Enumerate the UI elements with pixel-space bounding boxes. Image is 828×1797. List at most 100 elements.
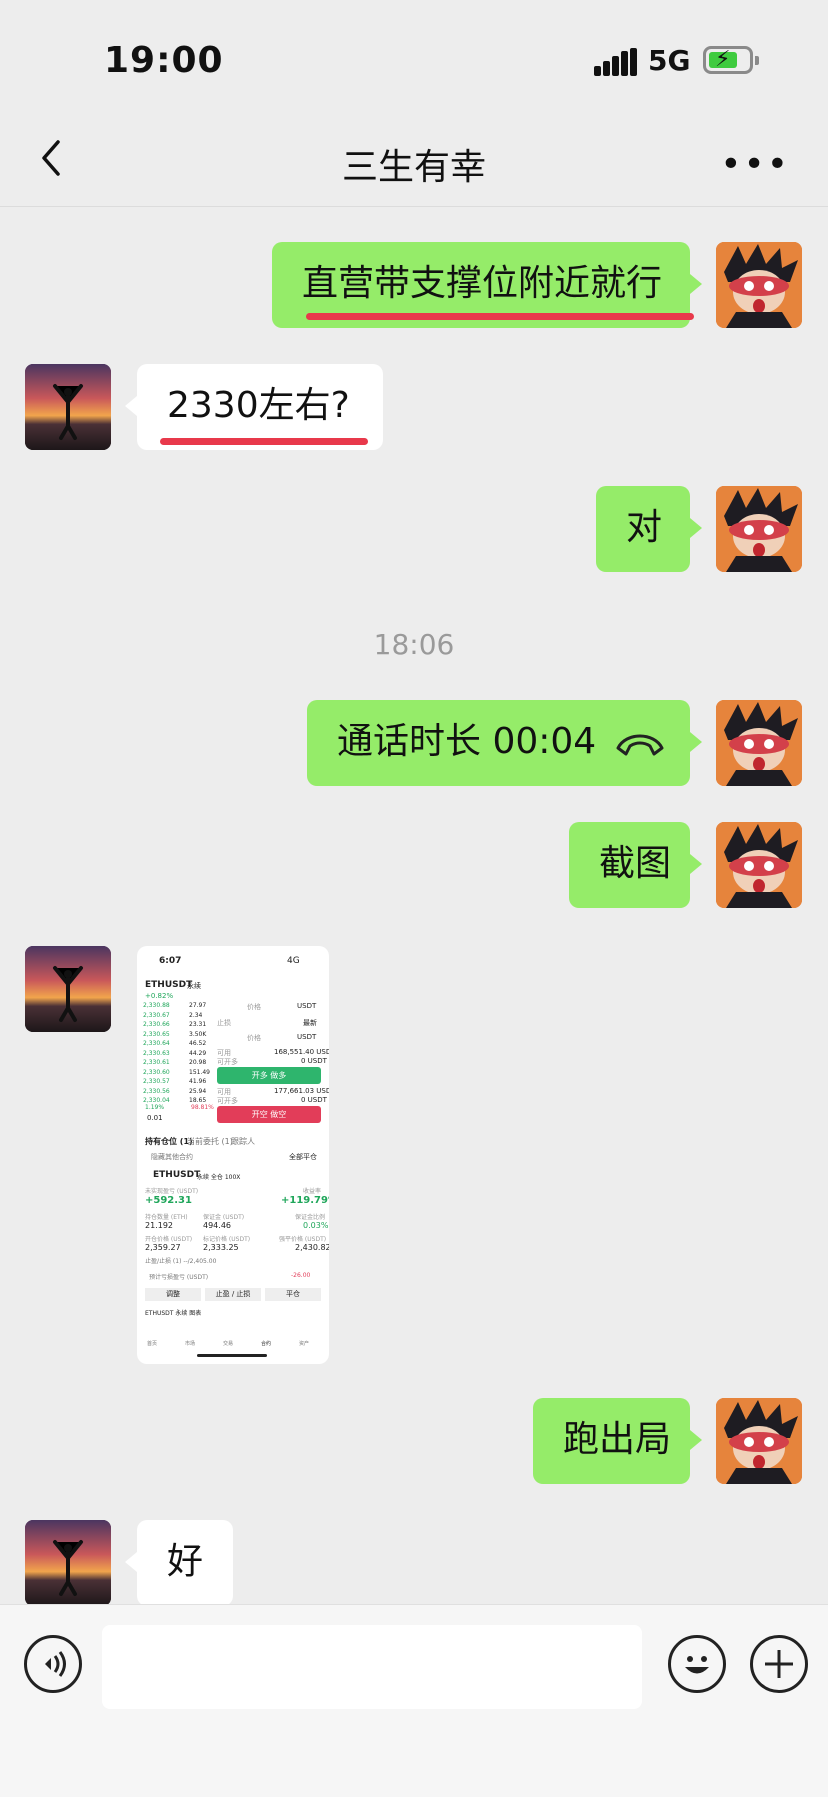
shot-tab-bots: 跟踪人: [231, 1137, 255, 1146]
book-price: 2,330.61: [143, 1059, 170, 1066]
message-bubble[interactable]: 跑出局: [533, 1398, 690, 1484]
contact-avatar[interactable]: [25, 1520, 111, 1606]
shot-footer-pair: ETHUSDT 永续 图表: [145, 1310, 202, 1317]
shot-open-value: 0 USDT: [301, 1057, 327, 1065]
message-text: 对: [626, 507, 663, 548]
avatar-image: [716, 1398, 802, 1484]
more-functions-button[interactable]: [750, 1635, 808, 1693]
avatar-image: [25, 1520, 111, 1606]
shot-entry-label: 开仓价格 (USDT): [145, 1236, 193, 1243]
emoji-button[interactable]: [668, 1635, 726, 1693]
shot-adjust-button: 调整: [145, 1288, 201, 1301]
shot-buy-button: 开多 做多: [217, 1067, 321, 1084]
shot-close-button: 平仓: [265, 1288, 321, 1301]
shot-position-name: ETHUSDT: [153, 1170, 201, 1180]
shot-sell-button: 开空 做空: [217, 1106, 321, 1123]
bubble-tail: [125, 396, 137, 416]
my-avatar[interactable]: [716, 822, 802, 908]
shot-liq-label: 强平价格 (USDT): [279, 1236, 327, 1243]
bubble-tail: [690, 854, 702, 874]
avatar-image: [716, 822, 802, 908]
bubble-tail: [690, 732, 702, 752]
my-avatar[interactable]: [716, 1398, 802, 1484]
shot-network: 4G: [287, 956, 300, 966]
shot-close-all: 全部平仓: [289, 1153, 317, 1161]
message-bubble[interactable]: 对: [596, 486, 690, 572]
my-avatar[interactable]: [716, 486, 802, 572]
shot-open-label: 可开多: [217, 1058, 238, 1066]
shot-margin-ratio-label: 保证金比例: [295, 1214, 326, 1221]
shot-currency: USDT: [297, 1002, 317, 1010]
book-price: 2,330.04: [143, 1097, 170, 1104]
home-indicator: [197, 1354, 267, 1357]
shot-step: 0.01: [147, 1114, 163, 1122]
signal-icon: [594, 48, 638, 76]
shot-liq-value: 2,430.82: [295, 1243, 329, 1252]
highlight-underline: [160, 438, 368, 445]
contact-avatar[interactable]: [25, 364, 111, 450]
book-price: 2,330.57: [143, 1078, 170, 1085]
shot-roe-label: 收益率: [303, 1188, 322, 1195]
shot-tpsl-button: 止盈 / 止损: [205, 1288, 261, 1301]
chat-title: 三生有幸: [341, 147, 486, 188]
shot-open2-value: 0 USDT: [301, 1096, 327, 1104]
message-text: 直营带支撑位附近就行: [302, 263, 663, 304]
message-text: 好: [167, 1541, 204, 1582]
shot-position-tag: 永续 全仓 100X: [197, 1174, 241, 1181]
book-price: 2,330.67: [143, 1011, 170, 1019]
message-bubble[interactable]: 截图: [569, 822, 690, 908]
shot-tab-positions: 持有仓位 (1): [145, 1137, 193, 1146]
shot-pair: ETHUSDT: [145, 980, 193, 990]
my-avatar[interactable]: [716, 700, 802, 786]
shot-change: +0.82%: [145, 992, 174, 1000]
avatar-image: [716, 700, 802, 786]
avatar-image: [25, 946, 111, 1032]
voice-input-button[interactable]: [24, 1635, 82, 1693]
message-input[interactable]: [102, 1625, 642, 1709]
shot-currency-2: USDT: [297, 1033, 317, 1041]
shot-time: 6:07: [159, 956, 182, 966]
book-quantity: 44.29: [189, 1049, 207, 1057]
message-text: 通话时长 00:04: [337, 721, 597, 762]
shot-latest: 最新: [303, 1019, 317, 1027]
shot-size-label: 持仓数量 (ETH): [145, 1214, 188, 1221]
contact-avatar[interactable]: [25, 946, 111, 1032]
chat-header: 三生有幸 •••: [0, 120, 828, 207]
shot-price-label: 价格: [247, 1003, 261, 1011]
shot-est-label: 预计亏损盈亏 (USDT): [149, 1274, 209, 1281]
shot-tpsl-text: 止盈/止损 (1) --/2,405.00: [145, 1258, 217, 1265]
shot-open-label-2: 可开多: [217, 1097, 238, 1105]
shot-price-label-2: 价格: [247, 1034, 261, 1042]
chat-timestamp: 18:06: [373, 628, 455, 661]
book-price: 2,330.65: [143, 1030, 170, 1038]
shot-tab-orders: 当前委托 (1): [187, 1137, 233, 1146]
input-bar: [0, 1604, 828, 1797]
battery-icon: ⚡: [703, 46, 759, 74]
shot-pair-suffix: 永续: [187, 982, 201, 990]
status-time: 19:00: [104, 40, 224, 81]
voice-icon: [45, 1651, 66, 1677]
shot-ratio-right: 98.81%: [191, 1104, 214, 1111]
shot-nav-2: 交易: [223, 1341, 234, 1347]
book-price: 2,330.56: [143, 1087, 170, 1095]
my-avatar[interactable]: [716, 242, 802, 328]
shot-margin-value: 494.46: [203, 1221, 231, 1230]
shot-mark-value: 2,333.25: [203, 1243, 239, 1252]
bubble-tail: [125, 1552, 137, 1572]
message-bubble[interactable]: 好: [137, 1520, 233, 1606]
phone-hangup-icon: [616, 734, 664, 756]
bubble-tail: [690, 518, 702, 538]
book-price: 2,330.63: [143, 1049, 170, 1057]
book-quantity: 41.96: [189, 1078, 207, 1085]
book-quantity: 27.97: [189, 1002, 207, 1009]
message-text: 2330左右?: [167, 385, 350, 426]
image-message[interactable]: 6:07 4G ETHUSDT 永续 +0.82% 2,330.88 27.97 2…: [137, 946, 329, 1364]
call-record-bubble[interactable]: 通话时长 00:04: [307, 700, 690, 786]
shot-entry-value: 2,359.27: [145, 1243, 181, 1252]
shot-margin-label: 保证金 (USDT): [203, 1214, 245, 1221]
more-options-button[interactable]: •••: [720, 144, 790, 185]
book-quantity: 23.31: [189, 1021, 207, 1028]
avatar-image: [716, 486, 802, 572]
smile-icon: [685, 1656, 709, 1674]
book-quantity: 46.52: [189, 1040, 207, 1047]
